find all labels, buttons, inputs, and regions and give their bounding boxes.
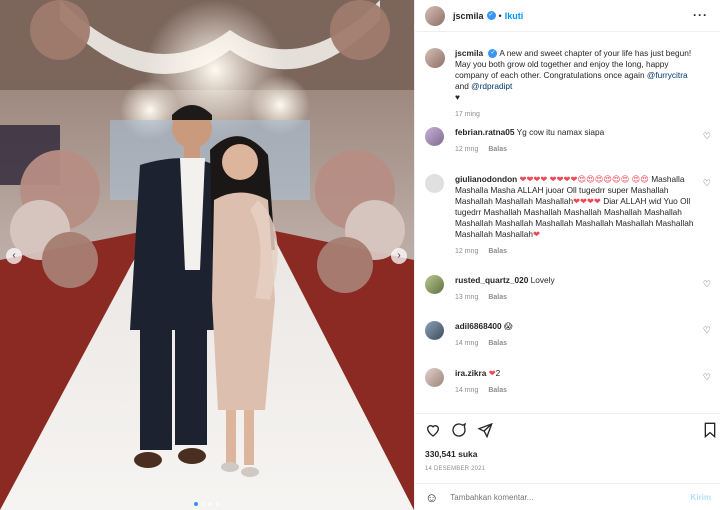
reply-button[interactable]: Balas: [488, 294, 507, 301]
action-bar: [425, 422, 493, 439]
comment-emojis: ❤: [532, 229, 540, 239]
comment-emojis: ❤❤❤❤ ❤❤❤❤😍😍😍😍😍😍 😍😍: [519, 174, 649, 184]
wedding-photo-illustration: [0, 0, 414, 510]
post-date[interactable]: 14 DESEMBER 2021: [425, 466, 485, 472]
verified-icon: ✓: [486, 11, 496, 20]
chevron-right-icon[interactable]: ›: [391, 248, 407, 264]
comment-meta: 14 mng Balas: [455, 387, 715, 394]
comment-emojis: ❤: [488, 368, 496, 378]
avatar[interactable]: [425, 127, 444, 146]
avatar[interactable]: [425, 321, 444, 340]
comment-username[interactable]: adil6868400: [455, 321, 502, 331]
comment-username[interactable]: rusted_quartz_020: [455, 275, 528, 285]
header-username[interactable]: jscmila: [453, 11, 484, 21]
comment-item: rusted_quartz_020 Lovely 13 mng Balas ♡: [425, 275, 715, 301]
carousel-dot: [194, 502, 198, 506]
comment-text: ira.zikra ❤2: [455, 368, 701, 379]
comment-text: giulianodondon ❤❤❤❤ ❤❤❤❤😍😍😍😍😍😍 😍😍 Mashal…: [455, 174, 701, 240]
like-comment-icon[interactable]: ♡: [703, 279, 711, 290]
reply-button[interactable]: Balas: [488, 146, 507, 153]
reply-button[interactable]: Balas: [488, 248, 507, 255]
caption-meta: 17 ming: [455, 111, 715, 118]
comment-body: 2: [495, 368, 501, 378]
paper-plane-icon[interactable]: [477, 422, 493, 439]
comment-username[interactable]: ira.zikra: [455, 368, 486, 378]
comment-username[interactable]: febrian.ratna05: [455, 127, 514, 137]
follow-button[interactable]: Ikuti: [505, 11, 524, 21]
like-comment-icon[interactable]: ♡: [703, 372, 711, 383]
caption: jscmila ✓ A new and sweet chapter of you…: [425, 48, 715, 118]
bookmark-icon[interactable]: [703, 422, 717, 441]
like-comment-icon[interactable]: ♡: [703, 325, 711, 336]
avatar[interactable]: [425, 48, 445, 68]
comment-icon[interactable]: [451, 422, 467, 438]
reply-button[interactable]: Balas: [488, 387, 507, 394]
like-count[interactable]: 330,541 suka: [425, 449, 477, 459]
mention-link[interactable]: @furrycitra: [647, 70, 688, 80]
avatar[interactable]: [425, 368, 444, 387]
comment-meta: 12 mng Balas: [455, 248, 715, 255]
comment-body: Yg cow itu namax siapa: [516, 127, 605, 137]
comment-text: rusted_quartz_020 Lovely: [455, 275, 701, 286]
timestamp[interactable]: 17 ming: [455, 111, 480, 118]
comment-meta: 13 mng Balas: [455, 294, 715, 301]
reply-button[interactable]: Balas: [488, 340, 507, 347]
verified-icon: ✓: [488, 49, 498, 59]
add-comment-bar: ☺ Kirim: [415, 483, 720, 510]
comment-body: 😱: [503, 321, 513, 331]
carousel-dot: [208, 502, 212, 506]
caption-and: and: [455, 81, 472, 91]
comment-username[interactable]: giulianodondon: [455, 174, 517, 184]
comment-meta: 14 mng Balas: [455, 340, 715, 347]
timestamp[interactable]: 12 mng: [455, 248, 478, 255]
avatar[interactable]: [425, 174, 444, 193]
avatar[interactable]: [425, 5, 445, 26]
comment-item: giulianodondon ❤❤❤❤ ❤❤❤❤😍😍😍😍😍😍 😍😍 Mashal…: [425, 174, 715, 255]
caption-heart: ♥: [455, 92, 460, 102]
caption-username[interactable]: jscmila: [455, 48, 483, 58]
smiley-icon[interactable]: ☺: [425, 490, 438, 505]
comment-item: febrian.ratna05 Yg cow itu namax siapa 1…: [425, 127, 715, 153]
more-horizontal-icon[interactable]: ···: [693, 8, 708, 22]
post-header: jscmila ✓ • Ikuti ···: [415, 0, 720, 32]
heart-outline-icon[interactable]: [425, 422, 441, 438]
chevron-left-icon[interactable]: ‹: [6, 248, 22, 264]
timestamp[interactable]: 12 mng: [455, 146, 478, 153]
timestamp[interactable]: 14 mng: [455, 387, 478, 394]
carousel-dot: [215, 502, 219, 506]
mention-link[interactable]: @rdpradipt: [471, 81, 512, 91]
divider: [415, 413, 720, 414]
comment-item: adil6868400 😱 14 mng Balas ♡: [425, 321, 715, 347]
post-sidebar: jscmila ✓ • Ikuti ··· jscmila ✓ A new an…: [414, 0, 720, 510]
comment-text: adil6868400 😱: [455, 321, 701, 332]
timestamp[interactable]: 13 mng: [455, 294, 478, 301]
post-photo[interactable]: ‹ ›: [0, 0, 414, 510]
comment-meta: 12 mng Balas: [455, 146, 715, 153]
header-separator: •: [498, 10, 502, 21]
caption-text: jscmila ✓ A new and sweet chapter of you…: [455, 48, 701, 103]
comment-body: Lovely: [530, 275, 555, 285]
carousel-dots: [194, 502, 219, 506]
comment-item: ira.zikra ❤2 14 mng Balas ♡: [425, 368, 715, 394]
comment-emojis: ❤❤❤❤: [573, 196, 601, 206]
like-comment-icon[interactable]: ♡: [703, 131, 711, 142]
avatar[interactable]: [425, 275, 444, 294]
timestamp[interactable]: 14 mng: [455, 340, 478, 347]
like-comment-icon[interactable]: ♡: [703, 178, 711, 189]
carousel-dot: [201, 502, 205, 506]
comment-input[interactable]: [450, 492, 671, 502]
comment-text: febrian.ratna05 Yg cow itu namax siapa: [455, 127, 701, 138]
post-comment-button[interactable]: Kirim: [691, 493, 711, 502]
